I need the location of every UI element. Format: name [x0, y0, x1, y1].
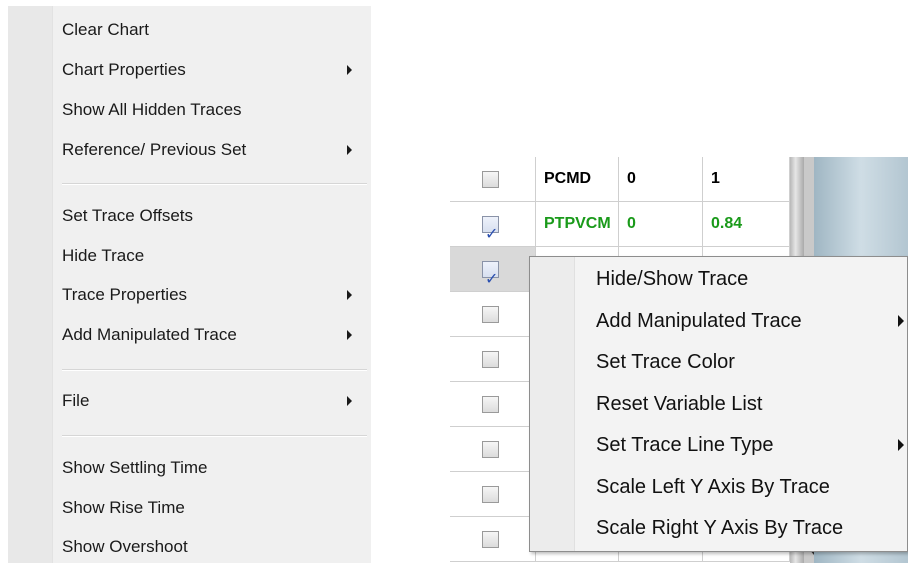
menu-item-label: Show Rise Time [62, 498, 185, 517]
menu-item-label: Scale Right Y Axis By Trace [596, 517, 844, 539]
checkbox-cell: ✓ [450, 247, 536, 291]
menu-item-set-trace-line-type[interactable]: Set Trace Line Type [530, 425, 908, 465]
checkbox-cell [450, 382, 536, 426]
menu-item-reset-variable-list[interactable]: Reset Variable List [530, 384, 908, 424]
table-row[interactable]: PCMD 0 1 [450, 157, 790, 202]
menu-item-label: File [62, 391, 90, 410]
trace-visible-checkbox[interactable] [482, 396, 499, 413]
menu-item-add-manipulated-trace[interactable]: Add Manipulated Trace [8, 317, 371, 353]
checkbox-cell [450, 157, 536, 201]
menu-item-reference-previous-set[interactable]: Reference/ Previous Set [8, 132, 371, 168]
menu-item-show-settling-time[interactable]: Show Settling Time [8, 450, 371, 486]
checkbox-cell [450, 517, 536, 561]
trace-visible-checkbox[interactable] [482, 531, 499, 548]
trace-visible-checkbox[interactable] [482, 441, 499, 458]
menu-item-show-overshoot[interactable]: Show Overshoot [8, 529, 371, 565]
menu-item-file[interactable]: File [8, 383, 371, 419]
menu-item-label: Show All Hidden Traces [62, 100, 242, 119]
trace-name-cell[interactable]: PCMD [536, 157, 619, 201]
trace-visible-checkbox[interactable]: ✓ [482, 261, 499, 288]
menu-item-show-all-hidden-traces[interactable]: Show All Hidden Traces [8, 92, 371, 128]
table-row[interactable]: ✓ PTPVCM 0 0.84 [450, 202, 790, 247]
trace-context-menu: Hide/Show Trace Add Manipulated Trace Se… [529, 256, 908, 552]
menu-item-set-trace-color[interactable]: Set Trace Color [530, 342, 908, 382]
chevron-right-icon [898, 439, 904, 451]
menu-item-label: Set Trace Line Type [596, 434, 774, 456]
menu-separator [62, 183, 367, 185]
menu-item-hide-trace[interactable]: Hide Trace [8, 238, 371, 274]
menu-item-clear-chart[interactable]: Clear Chart [8, 12, 371, 48]
menu-separator [62, 369, 367, 371]
menu-item-hide-show-trace[interactable]: Hide/Show Trace [530, 259, 908, 299]
menu-item-scale-right-y-axis[interactable]: Scale Right Y Axis By Trace [530, 508, 908, 548]
menu-separator [62, 435, 367, 437]
trace-visible-checkbox[interactable] [482, 171, 499, 188]
menu-item-label: Set Trace Offsets [62, 206, 194, 225]
checkbox-cell [450, 427, 536, 471]
chevron-right-icon [898, 315, 904, 327]
trace-visible-checkbox[interactable] [482, 486, 499, 503]
checkbox-cell [450, 292, 536, 336]
menu-item-label: Set Trace Color [596, 351, 735, 373]
menu-item-label: Hide/Show Trace [596, 268, 749, 290]
menu-item-label: Show Overshoot [62, 537, 188, 556]
chevron-right-icon [347, 330, 352, 340]
menu-item-label: Reference/ Previous Set [62, 140, 247, 159]
checkbox-cell: ✓ [450, 202, 536, 246]
menu-item-label: Scale Left Y Axis By Trace [596, 476, 830, 498]
menu-item-label: Add Manipulated Trace [596, 310, 802, 332]
menu-item-trace-properties[interactable]: Trace Properties [8, 277, 371, 313]
chevron-right-icon [347, 65, 352, 75]
menu-item-chart-properties[interactable]: Chart Properties [8, 52, 371, 88]
checkbox-cell [450, 472, 536, 516]
chevron-right-icon [347, 145, 352, 155]
menu-item-add-manipulated-trace[interactable]: Add Manipulated Trace [530, 301, 908, 341]
menu-item-label: Add Manipulated Trace [62, 325, 237, 344]
chart-context-menu: Clear Chart Chart Properties Show All Hi… [8, 6, 371, 563]
menu-item-label: Trace Properties [62, 285, 188, 304]
trace-max-cell[interactable]: 0.84 [703, 202, 790, 246]
trace-name-cell[interactable]: PTPVCM [536, 202, 619, 246]
checkbox-cell [450, 337, 536, 381]
menu-item-scale-left-y-axis[interactable]: Scale Left Y Axis By Trace [530, 467, 908, 507]
trace-visible-checkbox[interactable]: ✓ [482, 216, 499, 243]
menu-item-label: Chart Properties [62, 60, 186, 79]
menu-item-label: Hide Trace [62, 246, 145, 265]
menu-item-label: Clear Chart [62, 20, 149, 39]
menu-item-label: Reset Variable List [596, 393, 763, 415]
trace-visible-checkbox[interactable] [482, 306, 499, 323]
chevron-right-icon [347, 290, 352, 300]
menu-item-set-trace-offsets[interactable]: Set Trace Offsets [8, 198, 371, 234]
trace-visible-checkbox[interactable] [482, 351, 499, 368]
chevron-right-icon [347, 396, 352, 406]
trace-min-cell[interactable]: 0 [619, 202, 703, 246]
menu-item-label: Show Settling Time [62, 458, 208, 477]
menu-item-show-rise-time[interactable]: Show Rise Time [8, 490, 371, 526]
trace-max-cell[interactable]: 1 [703, 157, 790, 201]
trace-min-cell[interactable]: 0 [619, 157, 703, 201]
